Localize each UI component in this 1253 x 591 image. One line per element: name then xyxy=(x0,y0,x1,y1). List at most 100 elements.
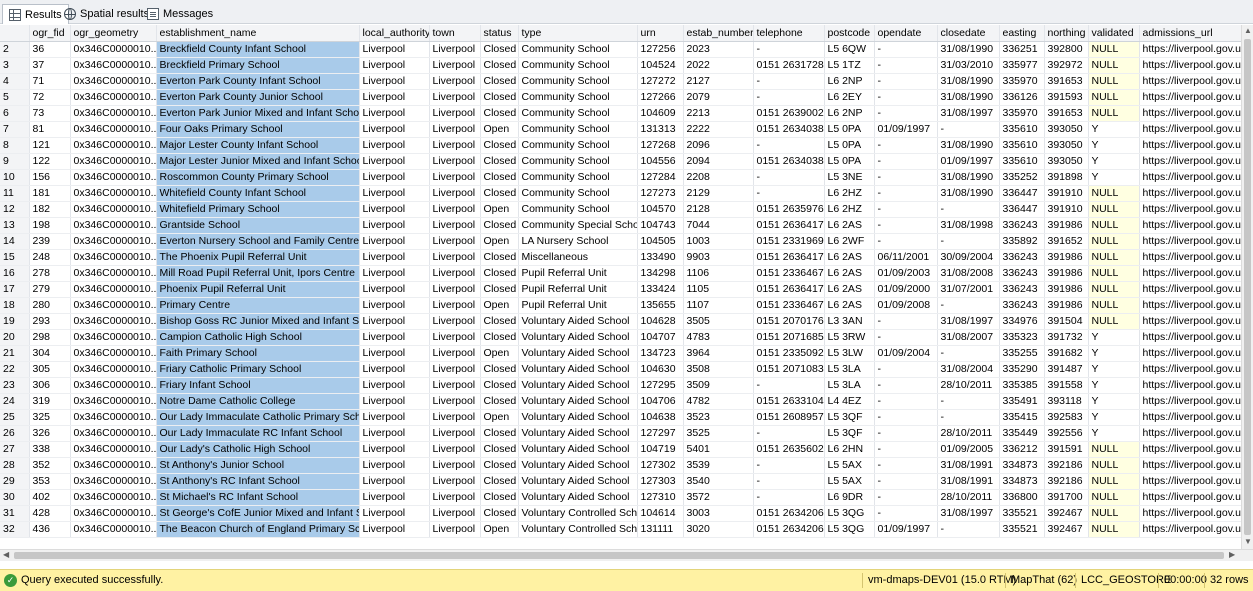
cell-postcode[interactable]: L5 3LW xyxy=(824,345,875,362)
cell-closedate[interactable]: 01/09/2005 xyxy=(937,441,1000,458)
cell-local-authority[interactable]: Liverpool xyxy=(359,297,430,314)
cell-establishment-name[interactable]: St George's CofE Junior Mixed and Infant… xyxy=(156,505,360,522)
cell-easting[interactable]: 335892 xyxy=(999,233,1045,250)
cell-ogr-fid[interactable]: 71 xyxy=(29,73,71,90)
cell-northing[interactable]: 392583 xyxy=(1044,409,1089,426)
cell-northing[interactable]: 391700 xyxy=(1044,489,1089,506)
cell-ogr-geometry[interactable]: 0x346C0000010... xyxy=(70,121,157,138)
cell-postcode[interactable]: L5 3NE xyxy=(824,169,875,186)
table-row[interactable]: 19 293 0x346C0000010... Bishop Goss RC Juni… xyxy=(0,313,1241,330)
column-header-postcode[interactable]: postcode xyxy=(824,25,875,42)
cell-easting[interactable]: 336243 xyxy=(999,249,1045,266)
cell-urn[interactable]: 134723 xyxy=(637,345,684,362)
cell-status[interactable]: Open xyxy=(480,521,519,538)
cell-ogr-geometry[interactable]: 0x346C0000010... xyxy=(70,505,157,522)
cell-closedate[interactable]: 31/08/1991 xyxy=(937,473,1000,490)
cell-town[interactable]: Liverpool xyxy=(429,425,481,442)
cell-telephone[interactable]: 0151 2331969 xyxy=(753,233,825,250)
cell-northing[interactable]: 393050 xyxy=(1044,121,1089,138)
row-number-cell[interactable]: 22 xyxy=(0,361,30,378)
cell-admissions-url[interactable]: https://liverpool.gov.uk/ xyxy=(1139,281,1241,298)
cell-northing[interactable]: 392556 xyxy=(1044,425,1089,442)
cell-status[interactable]: Closed xyxy=(480,169,519,186)
cell-estab-number[interactable]: 2022 xyxy=(683,57,754,74)
cell-admissions-url[interactable]: https://liverpool.gov.uk/ xyxy=(1139,105,1241,122)
cell-establishment-name[interactable]: St Anthony's Junior School xyxy=(156,457,360,474)
cell-status[interactable]: Closed xyxy=(480,57,519,74)
cell-estab-number[interactable]: 7044 xyxy=(683,217,754,234)
cell-status[interactable]: Closed xyxy=(480,329,519,346)
column-header-estab-number[interactable]: estab_number xyxy=(683,25,754,42)
cell-northing[interactable]: 391653 xyxy=(1044,73,1089,90)
table-row[interactable]: 13 198 0x346C0000010... Grantside School Liv… xyxy=(0,217,1241,234)
cell-postcode[interactable]: L5 0PA xyxy=(824,153,875,170)
cell-urn[interactable]: 104524 xyxy=(637,57,684,74)
cell-easting[interactable]: 335521 xyxy=(999,505,1045,522)
row-number-cell[interactable]: 9 xyxy=(0,153,30,170)
cell-closedate[interactable]: 31/08/1990 xyxy=(937,41,1000,58)
cell-status[interactable]: Open xyxy=(480,409,519,426)
cell-closedate[interactable]: 01/09/1997 xyxy=(937,153,1000,170)
cell-easting[interactable]: 335970 xyxy=(999,105,1045,122)
cell-ogr-geometry[interactable]: 0x346C0000010... xyxy=(70,217,157,234)
cell-ogr-geometry[interactable]: 0x346C0000010... xyxy=(70,89,157,106)
cell-urn[interactable]: 104556 xyxy=(637,153,684,170)
cell-estab-number[interactable]: 2208 xyxy=(683,169,754,186)
cell-ogr-geometry[interactable]: 0x346C0000010... xyxy=(70,41,157,58)
cell-urn[interactable]: 104628 xyxy=(637,313,684,330)
cell-ogr-geometry[interactable]: 0x346C0000010... xyxy=(70,393,157,410)
column-header-urn[interactable]: urn xyxy=(637,25,684,42)
cell-town[interactable]: Liverpool xyxy=(429,73,481,90)
cell-estab-number[interactable]: 2128 xyxy=(683,201,754,218)
cell-ogr-fid[interactable]: 325 xyxy=(29,409,71,426)
cell-type[interactable]: Community School xyxy=(518,41,638,58)
cell-estab-number[interactable]: 1106 xyxy=(683,265,754,282)
cell-northing[interactable]: 391682 xyxy=(1044,345,1089,362)
row-number-cell[interactable]: 16 xyxy=(0,265,30,282)
cell-validated[interactable]: NULL xyxy=(1088,281,1140,298)
cell-ogr-geometry[interactable]: 0x346C0000010... xyxy=(70,73,157,90)
cell-establishment-name[interactable]: Our Lady's Catholic High School xyxy=(156,441,360,458)
cell-validated[interactable]: Y xyxy=(1088,345,1140,362)
cell-town[interactable]: Liverpool xyxy=(429,361,481,378)
cell-estab-number[interactable]: 3964 xyxy=(683,345,754,362)
cell-admissions-url[interactable]: https://liverpool.gov.uk/ xyxy=(1139,473,1241,490)
cell-telephone[interactable]: - xyxy=(753,457,825,474)
cell-ogr-fid[interactable]: 36 xyxy=(29,41,71,58)
table-row[interactable]: 15 248 0x346C0000010... The Phoenix Pupil R… xyxy=(0,249,1241,266)
cell-ogr-fid[interactable]: 72 xyxy=(29,89,71,106)
cell-town[interactable]: Liverpool xyxy=(429,233,481,250)
cell-ogr-fid[interactable]: 182 xyxy=(29,201,71,218)
column-header-telephone[interactable]: telephone xyxy=(753,25,825,42)
cell-northing[interactable]: 391910 xyxy=(1044,185,1089,202)
cell-ogr-geometry[interactable]: 0x346C0000010... xyxy=(70,521,157,538)
cell-easting[interactable]: 335290 xyxy=(999,361,1045,378)
cell-estab-number[interactable]: 3505 xyxy=(683,313,754,330)
cell-easting[interactable]: 335449 xyxy=(999,425,1045,442)
cell-validated[interactable]: NULL xyxy=(1088,57,1140,74)
cell-postcode[interactable]: L6 2AS xyxy=(824,265,875,282)
cell-town[interactable]: Liverpool xyxy=(429,105,481,122)
cell-status[interactable]: Open xyxy=(480,297,519,314)
cell-opendate[interactable]: - xyxy=(874,185,938,202)
cell-type[interactable]: Pupil Referral Unit xyxy=(518,297,638,314)
cell-urn[interactable]: 127284 xyxy=(637,169,684,186)
cell-establishment-name[interactable]: St Michael's RC Infant School xyxy=(156,489,360,506)
cell-urn[interactable]: 127310 xyxy=(637,489,684,506)
cell-opendate[interactable]: - xyxy=(874,313,938,330)
cell-closedate[interactable]: 31/08/1990 xyxy=(937,169,1000,186)
cell-postcode[interactable]: L3 3AN xyxy=(824,313,875,330)
cell-validated[interactable]: NULL xyxy=(1088,313,1140,330)
cell-status[interactable]: Closed xyxy=(480,441,519,458)
cell-town[interactable]: Liverpool xyxy=(429,393,481,410)
table-row[interactable]: 12 182 0x346C0000010... Whitefield Primary … xyxy=(0,201,1241,218)
cell-validated[interactable]: Y xyxy=(1088,393,1140,410)
column-header-ogr-fid[interactable]: ogr_fid xyxy=(29,25,71,42)
cell-northing[interactable]: 392972 xyxy=(1044,57,1089,74)
cell-urn[interactable]: 135655 xyxy=(637,297,684,314)
column-header-status[interactable]: status xyxy=(480,25,519,42)
cell-northing[interactable]: 393050 xyxy=(1044,137,1089,154)
cell-admissions-url[interactable]: https://liverpool.gov.uk/ xyxy=(1139,57,1241,74)
cell-urn[interactable]: 127268 xyxy=(637,137,684,154)
cell-ogr-fid[interactable]: 248 xyxy=(29,249,71,266)
